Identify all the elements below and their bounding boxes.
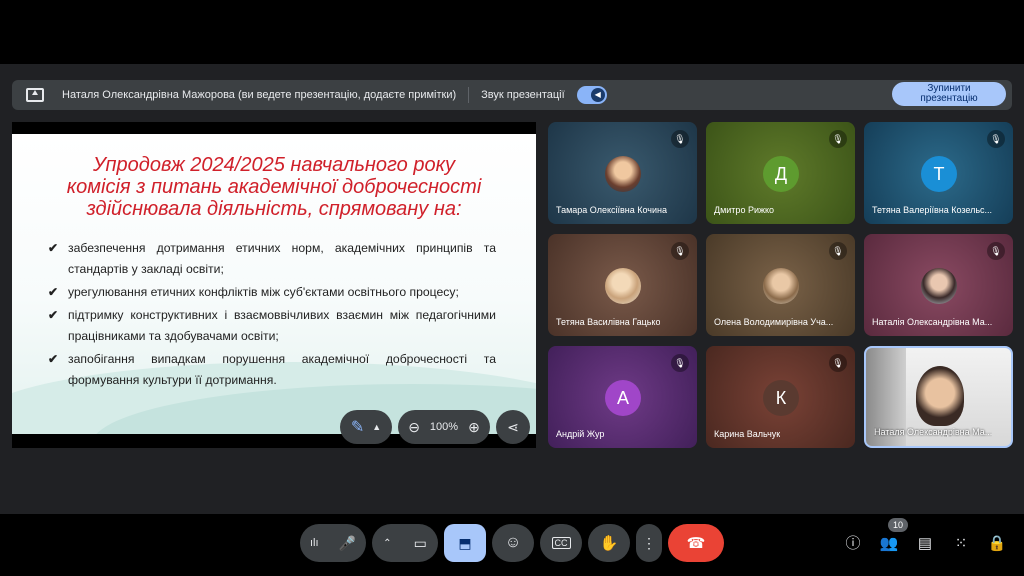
info-icon[interactable]: ⓘ <box>843 534 863 554</box>
microphone-icon: 🎤 <box>338 534 356 551</box>
checkmark-icon: ✔ <box>48 308 59 322</box>
participant-photo <box>763 268 799 304</box>
participant-count-badge: 10 <box>888 518 909 532</box>
raise-hand-button[interactable]: ✋ <box>588 524 630 562</box>
slide-bullet: ✔ забезпечення дотримання етичних норм, а… <box>48 238 496 280</box>
slide-bullet-list: ✔ забезпечення дотримання етичних норм, а… <box>48 238 496 393</box>
participant-name: Дмитро Рижко <box>714 205 775 215</box>
participant-tile[interactable]: 🎙 Тамара Олексіївна Кочина <box>548 122 697 224</box>
slide-title-line: комісія з питань академічної доброчеснос… <box>66 176 482 198</box>
zoom-in-icon[interactable]: ⊕ <box>468 419 480 436</box>
mic-muted-icon: 🎙 <box>829 354 847 372</box>
host-controls-icon[interactable]: 🔒 <box>987 534 1007 554</box>
chevron-up-icon: ⌃ <box>383 537 392 549</box>
participant-initial-avatar: К <box>763 380 799 416</box>
present-now-button[interactable]: ⬒ <box>444 524 486 562</box>
participant-tile-self[interactable]: Наталя Олександрівна Ма... <box>864 346 1013 448</box>
participant-name: Тамара Олексіївна Кочина <box>556 205 667 215</box>
participant-photo <box>605 156 641 192</box>
present-screen-icon: ⬒ <box>458 534 472 551</box>
camera-button[interactable]: ⌃ ▭ <box>372 524 438 562</box>
participant-name: Тетяна Василівна Гацько <box>556 317 661 327</box>
slide-title-line: Упродовж 2024/2025 навчального року <box>92 154 456 176</box>
participant-initial-avatar: Д <box>763 156 799 192</box>
slide-bullet-text: забезпечення дотримання етичних норм, ак… <box>68 241 496 276</box>
mic-muted-icon: 🎙 <box>671 130 689 148</box>
activities-icon[interactable]: ⁙ <box>951 534 971 554</box>
share-icon: ⋖ <box>507 418 519 435</box>
participant-video <box>916 366 964 426</box>
slide-bullet: ✔ урегулювання етичних конфліктів між суб… <box>48 282 496 303</box>
presentation-audio-label: Звук презентації <box>481 89 565 101</box>
mic-muted-icon: 🎙 <box>671 354 689 372</box>
hand-icon: ✋ <box>599 535 619 552</box>
captions-button[interactable]: CC <box>540 524 582 562</box>
mic-muted-icon: 🎙 <box>829 130 847 148</box>
participant-photo <box>921 268 957 304</box>
checkmark-icon: ✔ <box>48 352 59 366</box>
participant-tile[interactable]: К 🎙 Карина Вальчук <box>706 346 855 448</box>
participant-tile[interactable]: 🎙 Олена Володимирівна Уча... <box>706 234 855 336</box>
slide-bullet: ✔ підтримку конструктивних і взаємоввічли… <box>48 305 496 347</box>
checkmark-icon: ✔ <box>48 285 59 299</box>
captions-icon: CC <box>551 537 571 549</box>
participant-initial-avatar: А <box>605 380 641 416</box>
zoom-level: 100% <box>429 421 459 433</box>
stop-presenting-label-2: презентацію <box>920 93 978 104</box>
people-icon[interactable]: 👥 <box>879 534 899 554</box>
mic-muted-icon: 🎙 <box>987 242 1005 260</box>
participant-name: Андрій Жур <box>556 429 605 439</box>
participant-tile[interactable]: 🎙 Наталія Олександрівна Ма... <box>864 234 1013 336</box>
slide-bullet-text: підтримку конструктивних і взаємоввічлив… <box>68 308 496 343</box>
participant-tile[interactable]: Д 🎙 Дмитро Рижко <box>706 122 855 224</box>
participant-name: Карина Вальчук <box>714 429 781 439</box>
slide-bullet-text: запобігання випадкам порушення академічн… <box>68 352 496 387</box>
checkmark-icon: ✔ <box>48 241 59 255</box>
end-call-icon: ☎ <box>686 535 706 552</box>
present-screen-icon <box>26 88 44 102</box>
participant-tile[interactable]: Т 🎙 Тетяна Валеріївна Козельс... <box>864 122 1013 224</box>
presenting-status-text: Наталя Олександрівна Мажорова (ви ведете… <box>62 89 457 101</box>
participant-name: Тетяна Валеріївна Козельс... <box>872 205 993 215</box>
audio-level-icon: ılı <box>310 537 319 549</box>
participant-photo <box>605 268 641 304</box>
participant-tile[interactable]: 🎙 Тетяна Василівна Гацько <box>548 234 697 336</box>
mic-muted-icon: 🎙 <box>829 242 847 260</box>
slide-title: Упродовж 2024/2025 навчального року комі… <box>52 154 496 220</box>
presentation-audio-toggle[interactable]: ◀ <box>576 86 607 104</box>
zoom-out-icon[interactable]: ⊖ <box>408 419 420 436</box>
participant-name: Наталія Олександрівна Ма... <box>872 317 993 327</box>
mic-muted-icon: 🎙 <box>987 130 1005 148</box>
divider <box>468 87 470 103</box>
presenting-bar: Наталя Олександрівна Мажорова (ви ведете… <box>12 80 1012 110</box>
mic-muted-icon: 🎙 <box>671 242 689 260</box>
slide-title-line: здійснювала діяльність, спрямовану на: <box>86 198 462 220</box>
more-options-button[interactable]: ⋮ <box>636 524 662 562</box>
participant-name: Олена Володимирівна Уча... <box>714 317 834 327</box>
chevron-up-icon: ▲ <box>372 422 382 432</box>
stop-presenting-button[interactable]: Зупинити презентацію <box>892 82 1006 106</box>
slide-bullet: ✔ запобігання випадкам порушення академіч… <box>48 349 496 391</box>
mic-button[interactable]: ılı 🎤 <box>300 524 366 562</box>
zoom-controls: ⊖ 100% ⊕ <box>398 410 490 444</box>
participant-name: Наталя Олександрівна Ма... <box>874 427 993 437</box>
camera-icon: ▭ <box>413 534 427 551</box>
presentation-slide: Упродовж 2024/2025 навчального року комі… <box>12 122 536 448</box>
emoji-icon: ☺ <box>504 534 522 551</box>
speaker-icon: ◀ <box>590 88 605 102</box>
leave-call-button[interactable]: ☎ <box>668 524 724 562</box>
meet-window: Наталя Олександрівна Мажорова (ви ведете… <box>0 64 1024 562</box>
pen-icon: ✎ <box>350 419 365 436</box>
slide-content: Упродовж 2024/2025 навчального року комі… <box>12 134 536 434</box>
slide-bullet-text: урегулювання етичних конфліктів між суб'… <box>68 285 459 299</box>
participant-tile[interactable]: А 🎙 Андрій Жур <box>548 346 697 448</box>
reactions-button[interactable]: ☺ <box>492 524 534 562</box>
annotate-pen-button[interactable]: ✎ ▲ <box>340 410 392 444</box>
participant-initial-avatar: Т <box>921 156 957 192</box>
more-vert-icon: ⋮ <box>642 534 656 551</box>
chat-icon[interactable]: ▤ <box>915 534 935 554</box>
share-button[interactable]: ⋖ <box>496 410 530 444</box>
